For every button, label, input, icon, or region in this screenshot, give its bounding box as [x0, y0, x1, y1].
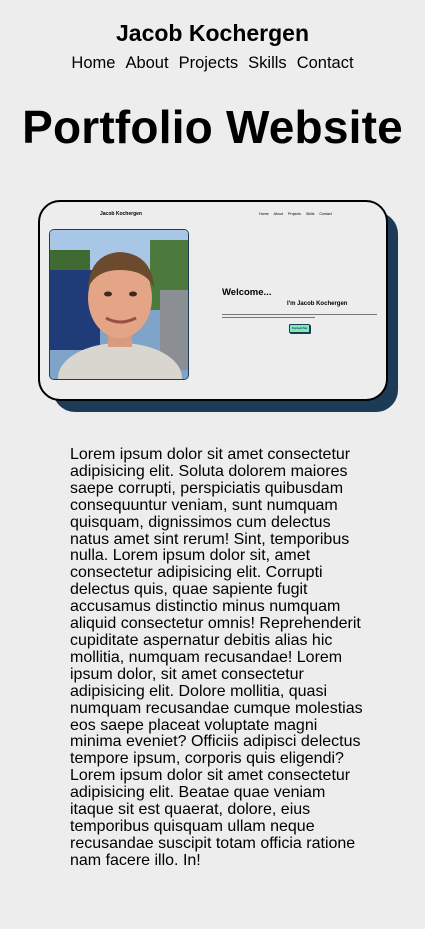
nav-about[interactable]: About: [125, 54, 168, 73]
site-title: Jacob Kochergen: [116, 20, 309, 46]
nav-home[interactable]: Home: [71, 54, 115, 73]
preview-nav: Home About Projects Skills Contact: [259, 212, 332, 216]
preview-welcome: Welcome...: [222, 287, 272, 298]
preview-text-lines: [222, 314, 377, 320]
nav-skills[interactable]: Skills: [248, 54, 287, 73]
preview-contact-button: Contact Me: [289, 324, 310, 333]
nav-projects[interactable]: Projects: [179, 54, 239, 73]
nav-contact[interactable]: Contact: [297, 54, 354, 73]
profile-photo-illustration: [50, 230, 188, 379]
project-description: Lorem ipsum dolor sit amet consectetur a…: [70, 446, 363, 869]
preview-nav-item: Projects: [288, 212, 301, 216]
preview-nav-item: About: [273, 212, 283, 216]
preview-nav-item: Contact: [319, 212, 332, 216]
website-preview-image: Jacob Kochergen Home About Projects Skil…: [38, 200, 388, 401]
page-title: Portfolio Website: [22, 101, 403, 153]
preview-name: I'm Jacob Kochergen: [287, 301, 348, 307]
preview-nav-item: Skills: [305, 212, 315, 216]
preview-brand: Jacob Kochergen: [100, 211, 142, 217]
profile-photo: [49, 229, 189, 380]
preview-nav-item: Home: [259, 212, 269, 216]
main-nav: Home About Projects Skills Contact: [0, 54, 425, 73]
